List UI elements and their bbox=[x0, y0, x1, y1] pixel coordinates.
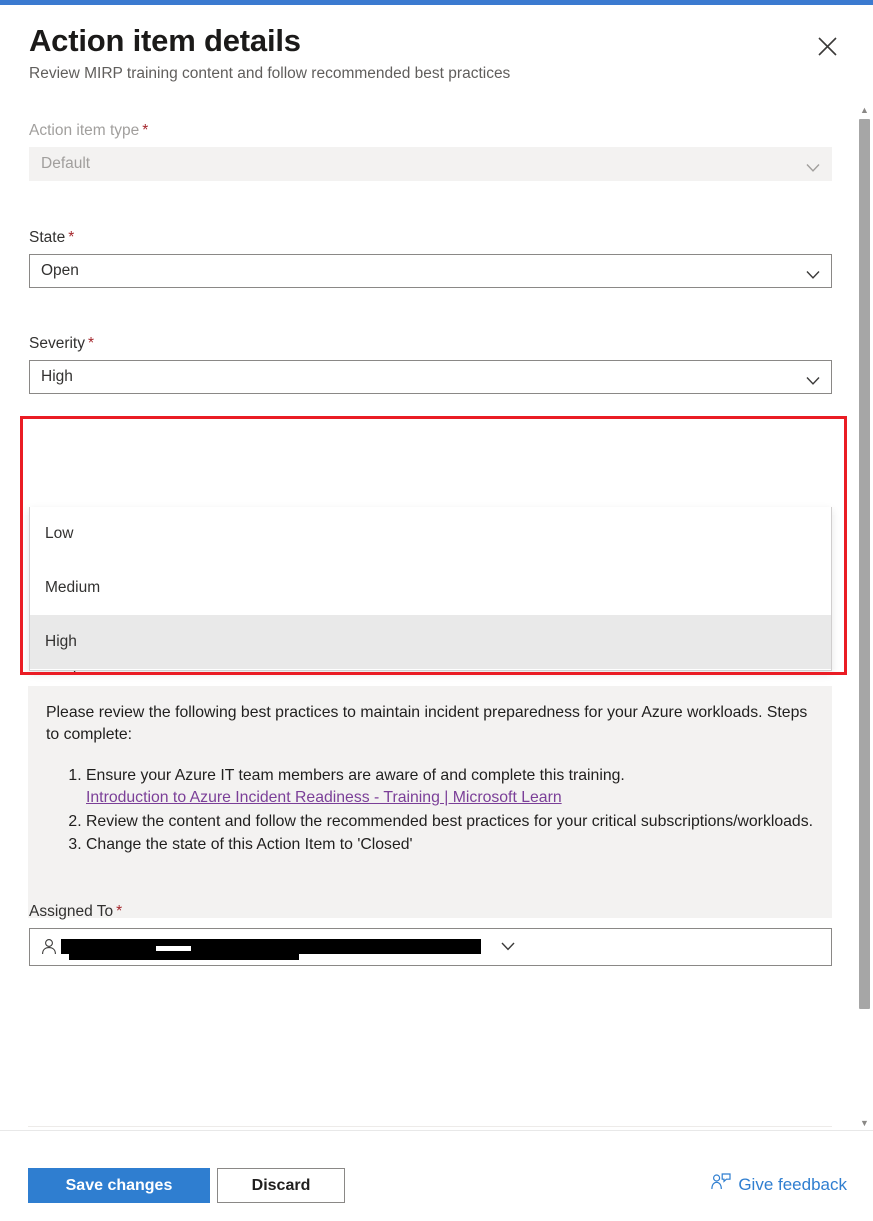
field-action-item-type: Action item type * Default bbox=[29, 122, 832, 181]
close-icon bbox=[817, 36, 838, 57]
action-item-details-panel: Action item details Review MIRP training… bbox=[0, 0, 873, 1221]
action-item-type-value: Default bbox=[41, 155, 91, 172]
page-subtitle: Review MIRP training content and follow … bbox=[29, 65, 511, 82]
page-title: Action item details bbox=[29, 23, 301, 58]
description-step: Change the state of this Action Item to … bbox=[86, 834, 814, 856]
description-step: Review the content and follow the recomm… bbox=[86, 811, 814, 833]
required-marker: * bbox=[142, 122, 149, 139]
field-assigned-to: Assigned To * bbox=[29, 903, 832, 966]
chevron-down-icon bbox=[806, 160, 820, 172]
description-step-text: Ensure your Azure IT team members are aw… bbox=[86, 766, 625, 784]
assigned-to-label: Assigned To * bbox=[29, 903, 123, 920]
scrollbar[interactable]: ▲ ▼ bbox=[856, 103, 873, 1130]
description-step-text: Change the state of this Action Item to … bbox=[86, 836, 413, 854]
severity-option-high[interactable]: High bbox=[30, 615, 831, 669]
chevron-down-icon bbox=[501, 938, 515, 956]
severity-option-medium[interactable]: Medium bbox=[30, 561, 831, 615]
required-marker: * bbox=[88, 335, 95, 352]
give-feedback-label: Give feedback bbox=[738, 1174, 847, 1194]
give-feedback-link[interactable]: Give feedback bbox=[711, 1173, 847, 1196]
state-label: State * bbox=[29, 229, 75, 246]
description-step: Ensure your Azure IT team members are aw… bbox=[86, 765, 814, 810]
panel-header: Action item details Review MIRP training… bbox=[0, 5, 873, 103]
panel-footer: Save changes Discard Give feedback bbox=[0, 1130, 873, 1221]
assigned-to-redacted-value bbox=[61, 938, 501, 960]
section-divider bbox=[28, 1126, 832, 1127]
description-step-text: Review the content and follow the recomm… bbox=[86, 812, 813, 830]
scroll-up-arrow-icon[interactable]: ▲ bbox=[856, 103, 873, 117]
person-icon bbox=[39, 937, 59, 957]
severity-combobox[interactable]: High bbox=[29, 360, 832, 394]
description-steps: Ensure your Azure IT team members are aw… bbox=[46, 765, 814, 857]
discard-button[interactable]: Discard bbox=[217, 1168, 345, 1203]
severity-value: High bbox=[41, 368, 73, 385]
panel-scroll-content: Action item type * Default State * Open Se… bbox=[0, 103, 873, 1130]
scroll-down-arrow-icon[interactable]: ▼ bbox=[856, 1116, 873, 1130]
field-state: State * Open bbox=[29, 229, 832, 288]
required-marker: * bbox=[68, 229, 75, 246]
training-link[interactable]: Introduction to Azure Incident Readiness… bbox=[86, 789, 562, 806]
state-combobox[interactable]: Open bbox=[29, 254, 832, 288]
chevron-down-icon bbox=[806, 267, 820, 279]
severity-label: Severity * bbox=[29, 335, 95, 352]
assigned-to-combobox[interactable] bbox=[29, 928, 832, 966]
chevron-down-icon bbox=[806, 373, 820, 385]
description-box: Please review the following best practic… bbox=[28, 686, 832, 918]
required-marker: * bbox=[116, 903, 123, 920]
person-feedback-icon bbox=[711, 1173, 731, 1196]
save-changes-button[interactable]: Save changes bbox=[28, 1168, 210, 1203]
action-item-type-combobox: Default bbox=[29, 147, 832, 181]
description-intro: Please review the following best practic… bbox=[46, 704, 808, 744]
state-value: Open bbox=[41, 262, 79, 279]
severity-option-low[interactable]: Low bbox=[30, 507, 831, 561]
severity-dropdown-list[interactable]: Low Medium High bbox=[29, 507, 832, 671]
field-severity: Severity * High bbox=[29, 335, 832, 394]
close-button[interactable] bbox=[811, 30, 843, 62]
scrollbar-thumb[interactable] bbox=[859, 119, 870, 1009]
action-item-type-label: Action item type * bbox=[29, 122, 149, 139]
